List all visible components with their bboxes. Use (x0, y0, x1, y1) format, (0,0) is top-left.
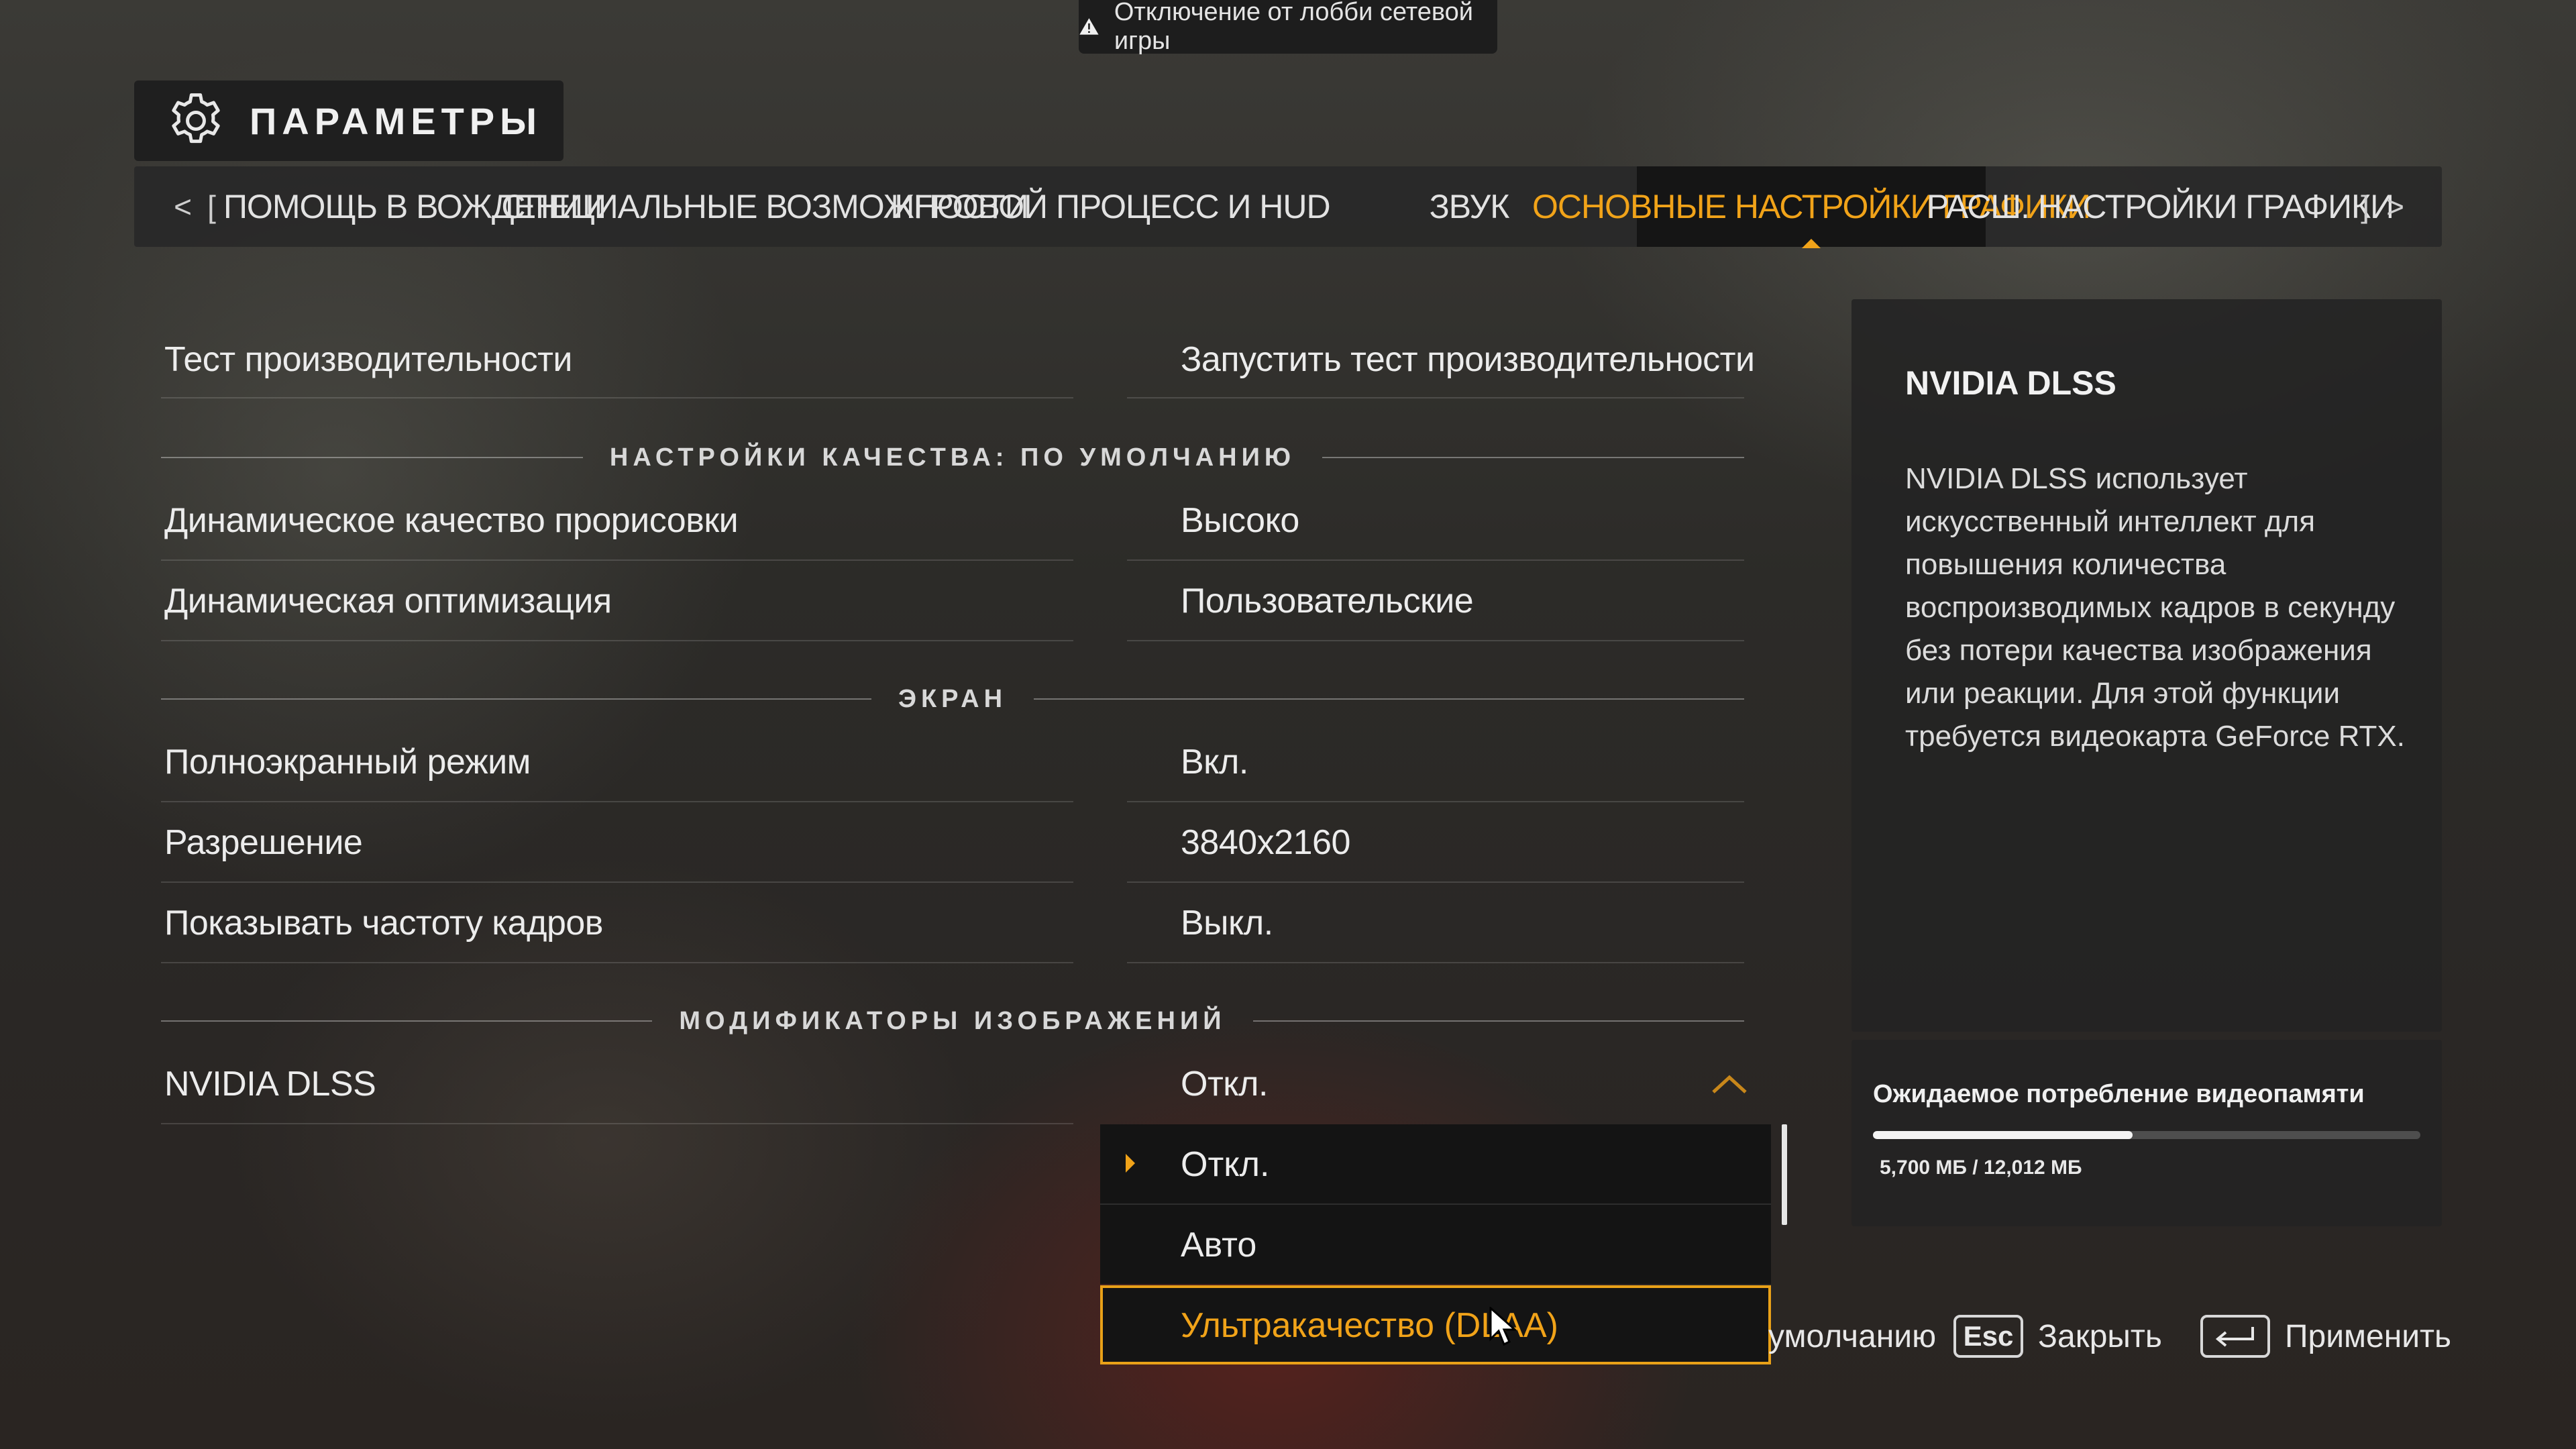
row-divider (161, 1123, 1073, 1124)
chevron-up-icon[interactable] (1709, 1072, 1750, 1096)
section-modifiers-title: МОДИФИКАТОРЫ ИЗОБРАЖЕНИЙ (679, 1006, 1226, 1035)
row-divider (1127, 801, 1744, 802)
info-title: NVIDIA DLSS (1905, 364, 2116, 402)
dynamic-render-value[interactable]: Высоко (1181, 500, 1299, 541)
section-rule (1252, 1020, 1744, 1022)
apply-label: Применить (2285, 1318, 2452, 1354)
fullscreen-value[interactable]: Вкл. (1181, 742, 1248, 782)
row-divider (1127, 881, 1744, 883)
reset-defaults-label: умолчанию (1768, 1318, 1937, 1354)
resolution-value[interactable]: 3840x2160 (1181, 822, 1350, 863)
tab-accessibility[interactable]: СПЕЦИАЛЬНЫЕ ВОЗМОЖНОСТИ (501, 166, 1028, 247)
enter-key-badge (2200, 1315, 2270, 1358)
section-quality-title: НАСТРОЙКИ КАЧЕСТВА: ПО УМОЛЧАНИЮ (609, 443, 1296, 472)
tab-label: ЗВУК (1429, 188, 1510, 225)
dropdown-scrollbar[interactable] (1782, 1124, 1787, 1225)
section-screen-title: ЭКРАН (898, 684, 1008, 713)
enter-icon (2215, 1327, 2254, 1347)
show-fps-value[interactable]: Выкл. (1181, 903, 1273, 943)
tab-gameplay-hud[interactable]: ИГРОВОЙ ПРОЦЕСС И HUD (890, 166, 1330, 247)
tab-prev-bracket[interactable]: [ (201, 166, 221, 247)
tab-next-arrow[interactable]: > (2381, 166, 2408, 247)
tab-next-bracket[interactable]: ] (2355, 166, 2375, 247)
section-rule (1322, 457, 1744, 458)
reset-defaults-action[interactable]: умолчанию (1768, 1308, 1936, 1364)
dynamic-opt-value[interactable]: Пользовательские (1181, 581, 1474, 621)
selected-marker-icon (1126, 1154, 1135, 1173)
dropdown-option-dlaa[interactable]: Ультракачество (DLAA) (1100, 1285, 1771, 1364)
tab-label: ИГРОВОЙ ПРОЦЕСС И HUD (890, 188, 1330, 225)
info-panel: NVIDIA DLSS NVIDIA DLSS использует искус… (1851, 299, 2442, 1032)
dlss-value[interactable]: Откл. (1181, 1064, 1268, 1104)
vram-progress-track (1873, 1131, 2420, 1139)
fullscreen-label: Полноэкранный режим (164, 743, 531, 782)
row-divider (161, 801, 1073, 802)
tab-prev-arrow[interactable]: < (169, 166, 196, 247)
tab-advanced-graphics[interactable]: РАСШ. НАСТРОЙКИ ГРАФИКИ (1927, 166, 2394, 247)
section-rule (161, 698, 871, 700)
section-rule (1034, 698, 1744, 700)
warning-icon (1079, 18, 1099, 35)
dlss-label: NVIDIA DLSS (164, 1065, 376, 1104)
vram-panel: Ожидаемое потребление видеопамяти 5,700 … (1851, 1040, 2442, 1226)
tab-label: РАСШ. НАСТРОЙКИ ГРАФИКИ (1926, 188, 2394, 225)
apply-action[interactable]: Применить (2200, 1308, 2451, 1364)
section-modifiers: МОДИФИКАТОРЫ ИЗОБРАЖЕНИЙ (161, 1001, 1744, 1041)
row-divider (161, 640, 1073, 641)
active-tab-caret (1802, 239, 1821, 248)
show-fps-label: Показывать частоту кадров (164, 904, 603, 943)
row-divider (161, 559, 1073, 561)
row-divider (1127, 640, 1744, 641)
page-header: ПАРАМЕТРЫ (134, 80, 564, 161)
close-label: Закрыть (2038, 1318, 2162, 1354)
row-divider (1127, 397, 1744, 398)
close-action[interactable]: Esc Закрыть (1953, 1308, 2162, 1364)
row-divider (161, 962, 1073, 963)
page-title: ПАРАМЕТРЫ (250, 99, 542, 142)
dropdown-option-label: Авто (1181, 1226, 1257, 1265)
info-description: NVIDIA DLSS использует искусственный инт… (1905, 462, 2405, 753)
vram-title: Ожидаемое потребление видеопамяти (1873, 1080, 2365, 1108)
section-rule (161, 1020, 653, 1022)
dynamic-render-label: Динамическое качество прорисовки (164, 501, 739, 540)
section-screen: ЭКРАН (161, 679, 1744, 719)
gear-icon (172, 93, 220, 144)
row-divider (161, 397, 1073, 398)
resolution-label: Разрешение (164, 823, 363, 862)
toast-text: Отключение от лобби сетевой игры (1114, 0, 1473, 55)
row-divider (1127, 962, 1744, 963)
dropdown-option-off[interactable]: Откл. (1100, 1124, 1771, 1203)
vram-progress-fill (1873, 1131, 2133, 1139)
section-quality: НАСТРОЙКИ КАЧЕСТВА: ПО УМОЛЧАНИЮ (161, 437, 1744, 478)
settings-tabs: < [ ПОМОЩЬ В ВОЖДЕНИИ СПЕЦИАЛЬНЫЕ ВОЗМОЖ… (134, 166, 2442, 248)
row-divider (1127, 559, 1744, 561)
vram-usage-text: 5,700 МБ / 12,012 МБ (1880, 1157, 2082, 1179)
section-rule (161, 457, 583, 458)
dynamic-opt-label: Динамическая оптимизация (164, 582, 612, 621)
benchmark-button[interactable]: Запустить тест производительности (1181, 339, 1755, 380)
mouse-cursor-icon (1489, 1307, 1516, 1346)
benchmark-label: Тест производительности (164, 340, 572, 379)
dropdown-option-label: Откл. (1181, 1145, 1270, 1184)
network-toast: Отключение от лобби сетевой игры (1079, 0, 1497, 55)
dropdown-option-auto[interactable]: Авто (1100, 1205, 1771, 1284)
esc-key-badge: Esc (1953, 1315, 2023, 1358)
row-divider (161, 881, 1073, 883)
tab-sound[interactable]: ЗВУК (1382, 166, 1556, 247)
